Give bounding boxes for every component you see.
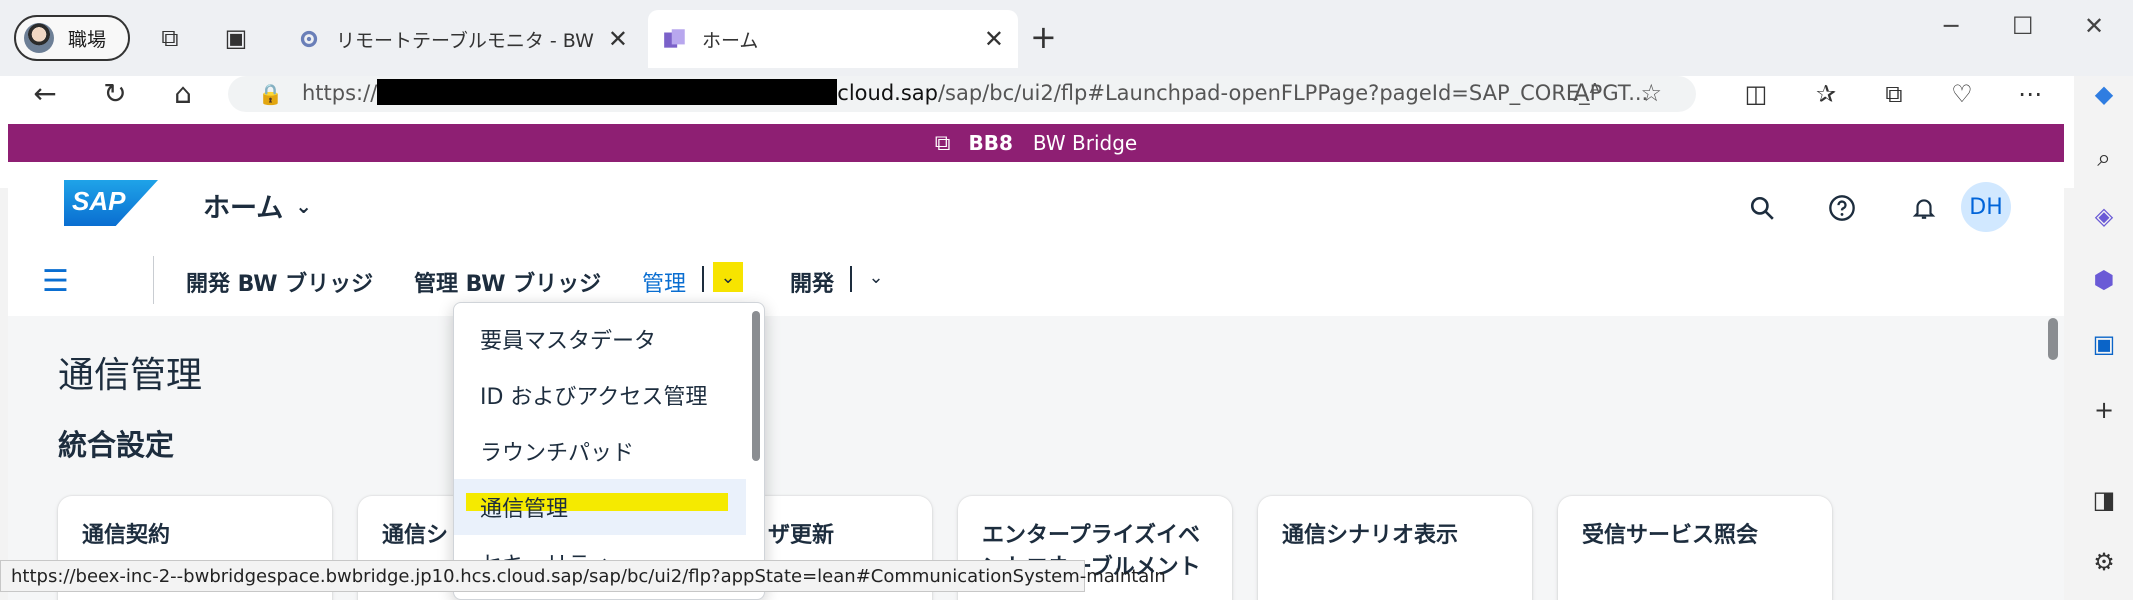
- dev-dropdown-chevron-icon[interactable]: ⌄: [861, 262, 891, 292]
- space-name: BW Bridge: [1032, 131, 1138, 155]
- favorite-star-icon[interactable]: ☆: [1640, 79, 1662, 107]
- hide-sidebar-icon[interactable]: ◨: [2086, 482, 2122, 518]
- back-arrow-icon[interactable]: ←: [28, 76, 62, 110]
- nav-item-admin[interactable]: 管理: [642, 266, 686, 298]
- space-icon: ⧉: [934, 130, 951, 156]
- more-options-icon[interactable]: ⋯: [2012, 76, 2048, 112]
- shopping-tag-icon[interactable]: ◈: [2086, 198, 2122, 234]
- sap-favicon-icon: [664, 29, 685, 48]
- notification-bell-icon[interactable]: [1906, 190, 1942, 226]
- nav-divider: [153, 256, 154, 304]
- chevron-down-icon: ⌄: [295, 193, 312, 218]
- nav-item-divider: [850, 266, 852, 292]
- sap-logo[interactable]: SAP: [64, 180, 158, 226]
- page-content: 通信管理 統合設定 通信契約 通信シ ザ更新 エンタープライズイベントエネーブル…: [8, 316, 2064, 600]
- user-avatar[interactable]: DH: [1961, 182, 2011, 232]
- redacted-block: [377, 79, 838, 105]
- read-aloud-icon[interactable]: Aᴬ: [1573, 79, 1600, 107]
- outlook-icon[interactable]: ▣: [2086, 326, 2122, 362]
- minimize-button[interactable]: ─: [1944, 12, 1958, 40]
- nav-item-dev[interactable]: 開発: [790, 266, 834, 298]
- tile-display-communication-scenarios[interactable]: 通信シナリオ表示: [1258, 496, 1532, 600]
- tab-close-icon[interactable]: ✕: [608, 25, 628, 53]
- favorites-icon[interactable]: ✰: [1808, 76, 1844, 112]
- split-screen-icon[interactable]: ◫: [1738, 76, 1774, 112]
- page-scrollbar[interactable]: [2048, 318, 2058, 360]
- shell-bar: SAP ホーム ⌄ DH: [8, 162, 2064, 244]
- home-title-text: ホーム: [203, 193, 284, 224]
- status-link-preview: https://beex-inc-2--bwbridgespace.bwbrid…: [0, 560, 1166, 592]
- browser-essentials-icon[interactable]: ♡: [1944, 76, 1980, 112]
- tile-inbound-services[interactable]: 受信サービス照会: [1558, 496, 1832, 600]
- admin-dropdown-chevron-icon[interactable]: ⌄: [713, 262, 743, 292]
- collections-icon[interactable]: ⧉: [1876, 76, 1912, 112]
- tab-title: ホーム: [702, 29, 759, 52]
- profile-avatar: [24, 23, 54, 53]
- sap-launchpad: ⧉ BB8 BW Bridge SAP ホーム ⌄ DH ☰ 開発 BW ブリッ…: [8, 124, 2064, 600]
- nav-item-dev-bw-bridge[interactable]: 開発 BW ブリッジ: [186, 266, 373, 298]
- tab-remote-table-monitor[interactable]: リモートテーブルモニタ - BW Bridge (S ✕: [282, 10, 642, 68]
- menu-item-communication-management[interactable]: 通信管理: [454, 479, 746, 535]
- help-icon[interactable]: [1824, 190, 1860, 226]
- gear-favicon-icon: [300, 30, 318, 48]
- copilot-icon[interactable]: ◆: [2086, 76, 2122, 112]
- home-icon[interactable]: ⌂: [166, 76, 200, 110]
- profile-button[interactable]: 職場: [14, 15, 130, 61]
- page-title: 通信管理: [58, 355, 203, 396]
- menu-item-identity-access[interactable]: ID およびアクセス管理: [454, 367, 746, 423]
- menu-item-launchpad[interactable]: ラウンチパッド: [454, 423, 746, 479]
- lock-icon: 🔒: [258, 82, 283, 106]
- space-navigation-bar: ☰ 開発 BW ブリッジ 管理 BW ブリッジ 管理 ⌄ 開発 ⌄: [8, 244, 2064, 316]
- close-window-button[interactable]: ✕: [2084, 12, 2104, 40]
- add-sidebar-app-icon[interactable]: +: [2086, 392, 2122, 428]
- home-title-menu[interactable]: ホーム ⌄: [203, 186, 312, 225]
- address-bar[interactable]: 🔒 https://cloud.sap/sap/bc/ui2/flp#Launc…: [228, 76, 1696, 112]
- tab-title: リモートテーブルモニタ - BW Bridge (S: [336, 29, 600, 52]
- system-id: BB8: [968, 131, 1013, 155]
- menu-item-personnel-master-data[interactable]: 要員マスタデータ: [454, 311, 746, 367]
- space-banner: ⧉ BB8 BW Bridge: [8, 124, 2064, 162]
- edge-sidebar: ◆ ⌕ ◈ ⬢ ▣ + ◨ ⚙: [2074, 76, 2133, 600]
- sidebar-settings-gear-icon[interactable]: ⚙: [2086, 544, 2122, 580]
- tab-home[interactable]: ホーム ✕: [648, 10, 1018, 68]
- new-tab-button[interactable]: +: [1030, 18, 1057, 56]
- nav-item-divider: [702, 266, 704, 292]
- admin-dropdown-menu: 要員マスタデータ ID およびアクセス管理 ラウンチパッド 通信管理 セキュリテ…: [453, 302, 765, 600]
- profile-label: 職場: [68, 28, 107, 51]
- section-title: 統合設定: [58, 428, 175, 462]
- url-text: https://cloud.sap/sap/bc/ui2/flp#Launchp…: [302, 79, 1649, 105]
- tab-close-icon[interactable]: ✕: [984, 25, 1004, 53]
- dropdown-scrollbar[interactable]: [752, 311, 760, 461]
- workspaces-icon[interactable]: ⧉: [154, 22, 186, 54]
- hamburger-menu-icon[interactable]: ☰: [42, 264, 69, 299]
- search-icon[interactable]: [1744, 190, 1780, 226]
- m365-icon[interactable]: ⬢: [2086, 262, 2122, 298]
- browser-tab-strip: 職場 ⧉ ▣ リモートテーブルモニタ - BW Bridge (S ✕ ホーム …: [0, 0, 2133, 76]
- sidebar-search-icon[interactable]: ⌕: [2086, 140, 2122, 176]
- maximize-button[interactable]: ☐: [2012, 12, 2034, 40]
- refresh-icon[interactable]: ↻: [98, 76, 132, 110]
- vertical-tabs-icon[interactable]: ▣: [220, 22, 252, 54]
- nav-item-admin-bw-bridge[interactable]: 管理 BW ブリッジ: [414, 266, 601, 298]
